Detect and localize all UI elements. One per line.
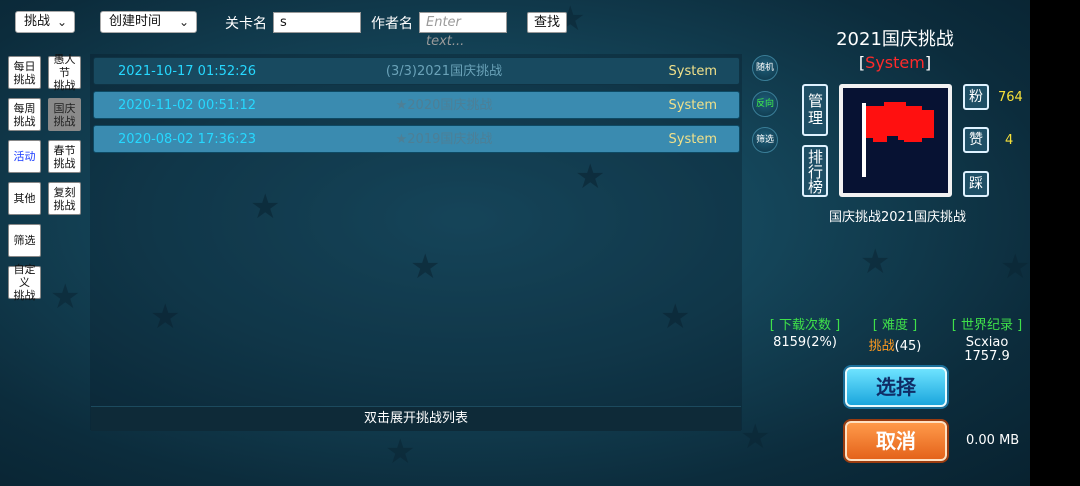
level-caption: 国庆挑战2021国庆挑战 [828, 210, 967, 225]
select-button[interactable]: 选择 [845, 367, 947, 407]
category-april-fools-button[interactable]: 愚人节 挑战 [48, 53, 81, 92]
like-button[interactable]: 赞 [963, 127, 989, 153]
table-row[interactable]: 2020-11-02 00:51:12 ★2020国庆挑战 System [93, 91, 740, 119]
mode-select-value: 挑战 [24, 14, 51, 29]
downloads-value: 8159(2%) [773, 335, 837, 350]
level-name-input[interactable]: s [273, 12, 361, 33]
category-label: 每日 挑战 [13, 59, 36, 86]
game-background: ★ ★ ★ ★ ★ ★ ★ ★ ★ ★ ★ 挑战 ⌄ 创建时间 ⌄ 关卡名 s … [0, 0, 1030, 486]
screen-edge-bar [1030, 0, 1080, 486]
row-title: ★2019国庆挑战 [395, 132, 493, 147]
author-name-label: 作者名 [371, 16, 413, 32]
chevron-down-icon: ⌄ [178, 15, 189, 29]
category-label: 国庆 挑战 [53, 101, 76, 128]
sort-select-value: 创建时间 [109, 14, 162, 29]
world-record-heading: [ 世界纪录 ] [951, 318, 1023, 333]
star-decoration-icon: ★ [50, 277, 81, 317]
category-label: 愚人节 挑战 [53, 53, 76, 92]
difficulty-number: (45) [894, 339, 922, 354]
row-date: 2020-08-02 17:36:23 [118, 132, 257, 147]
challenge-author: [System] [790, 53, 1000, 72]
category-spring-festival-button[interactable]: 春节 挑战 [48, 140, 81, 173]
category-custom-button[interactable]: 自定义 挑战 [8, 263, 41, 302]
row-author: System [668, 132, 717, 147]
downloads-heading: [ 下载次数 ] [769, 318, 841, 333]
world-record-holder: Scxiao [965, 335, 1009, 350]
leaderboard-label: 排行榜 [806, 148, 824, 194]
reverse-button[interactable]: 反向 [752, 91, 778, 117]
bracket-close: ] [924, 53, 932, 72]
list-expand-hint[interactable]: 双击展开挑战列表 [91, 406, 741, 431]
category-label: 筛选 [13, 234, 36, 247]
dislike-button[interactable]: 踩 [963, 171, 989, 197]
manage-button[interactable]: 管理 [802, 84, 828, 136]
mode-select[interactable]: 挑战 ⌄ [15, 11, 75, 33]
category-national-day-button[interactable]: 国庆 挑战 [48, 98, 81, 131]
category-label: 其他 [13, 192, 36, 205]
difficulty-heading: [ 难度 ] [872, 318, 918, 333]
row-title: (3/3)2021国庆挑战 [385, 64, 503, 79]
star-decoration-icon: ★ [740, 417, 771, 457]
author-name-input[interactable]: Enter text... [419, 12, 507, 49]
challenge-title: 2021国庆挑战 [836, 29, 954, 50]
author-name[interactable]: System [865, 53, 925, 72]
level-name-label: 关卡名 [225, 16, 267, 32]
category-filter-button[interactable]: 筛选 [8, 224, 41, 257]
row-date: 2020-11-02 00:51:12 [118, 98, 257, 113]
search-button[interactable]: 查找 [527, 12, 567, 33]
category-replica-button[interactable]: 复刻 挑战 [48, 182, 81, 215]
category-other-button[interactable]: 其他 [8, 182, 41, 215]
world-record-score: 1757.9 [964, 349, 1010, 364]
category-daily-button[interactable]: 每日 挑战 [8, 56, 41, 89]
fans-count: 764 [998, 90, 1023, 105]
star-decoration-icon: ★ [385, 432, 416, 472]
category-event-button[interactable]: 活动 [8, 140, 41, 173]
category-label: 每周 挑战 [13, 101, 36, 128]
table-row[interactable]: 2020-08-02 17:36:23 ★2019国庆挑战 System [93, 125, 740, 153]
filter-button[interactable]: 筛选 [752, 127, 778, 153]
difficulty-word: 挑战 [868, 339, 895, 354]
thumbnail-canvas [843, 88, 948, 193]
fans-button[interactable]: 粉 [963, 84, 989, 110]
row-title: ★2020国庆挑战 [395, 98, 493, 113]
category-label: 活动 [13, 150, 36, 163]
random-button[interactable]: 随机 [752, 55, 778, 81]
category-label: 春节 挑战 [53, 143, 76, 170]
leaderboard-button[interactable]: 排行榜 [802, 145, 828, 197]
category-label: 复刻 挑战 [53, 185, 76, 212]
chevron-down-icon: ⌄ [56, 15, 67, 29]
red-flag-icon [862, 102, 934, 177]
row-date: 2021-10-17 01:52:26 [118, 64, 257, 79]
sort-select[interactable]: 创建时间 ⌄ [100, 11, 197, 33]
star-decoration-icon: ★ [860, 242, 891, 282]
star-decoration-icon: ★ [1000, 247, 1030, 287]
category-label: 自定义 挑战 [13, 263, 36, 302]
level-thumbnail[interactable] [839, 84, 952, 197]
row-author: System [668, 98, 717, 113]
download-size: 0.00 MB [966, 433, 1020, 448]
category-weekly-button[interactable]: 每周 挑战 [8, 98, 41, 131]
table-row[interactable]: 2021-10-17 01:52:26 (3/3)2021国庆挑战 System [93, 57, 740, 85]
row-author: System [668, 64, 717, 79]
difficulty-value: 挑战(45) [860, 335, 930, 354]
likes-count: 4 [1005, 133, 1014, 148]
manage-label: 管理 [806, 93, 824, 127]
cancel-button[interactable]: 取消 [845, 421, 947, 461]
